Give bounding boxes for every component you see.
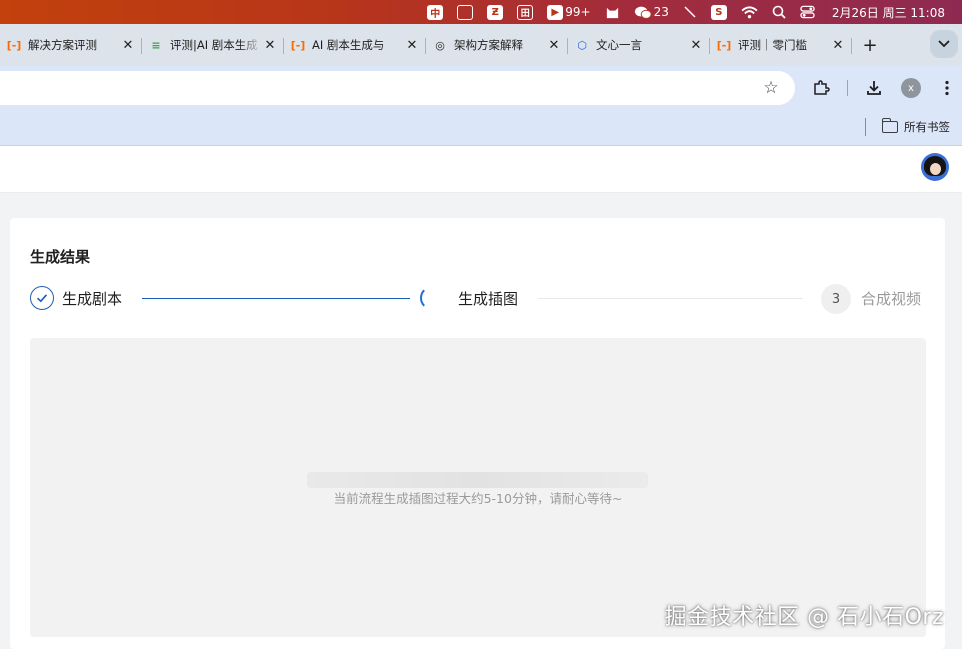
browser-tab[interactable]: ◎ 架构方案解释 ✕ [426,30,568,60]
doc-favicon-icon: ≡ [151,38,161,52]
more-menu-icon[interactable] [936,77,958,99]
step-label-video: 合成视频 [861,290,922,308]
app-icon-1[interactable]: Ƶ [480,0,510,24]
browser-toolbar: ☆ x [0,66,962,110]
cursor-app-icon: ▶ [547,4,564,20]
extensions-icon[interactable] [810,77,832,99]
tab-title: 解决方案评测 [28,38,97,52]
kebab-dots [945,80,949,96]
tab-title: 架构方案解释 [454,38,523,52]
page-header [0,146,962,193]
browser-tab[interactable]: [-] 解决方案评测 ✕ [0,30,142,60]
bookmark-star-icon[interactable]: ☆ [761,78,781,98]
openai-favicon-icon: ◎ [435,38,445,52]
bookmarks-divider [865,118,866,136]
notification-badge[interactable]: ▶ 99+ [540,0,597,24]
avatar-face [930,163,941,175]
browser-tab[interactable]: ≡ 评测|AI 剧本生成 ✕ [142,30,284,60]
wifi-icon[interactable] [734,0,765,24]
chevron-down-icon [938,40,950,48]
step-label-illustration: 生成插图 [458,290,519,308]
screen-capture-icon[interactable] [450,0,480,24]
mute-icon[interactable] [676,0,704,24]
cat-shape [606,7,618,18]
step-number-badge: 3 [821,284,851,314]
magnifier-shape [772,5,786,19]
wechat-icon[interactable]: 23 [627,0,676,24]
cat-icon[interactable] [598,0,627,24]
user-avatar[interactable] [921,153,949,181]
input-method-icon[interactable]: 中 [420,0,450,24]
app-icon-2[interactable]: 田 [510,0,540,24]
step-label-script: 生成剧本 [62,290,123,308]
control-center-icon[interactable] [793,0,822,24]
tab-title: 评测｜零门槛 [738,38,807,52]
wechat-count: 23 [653,5,669,19]
aliyun-favicon-icon: [-] [716,38,732,52]
all-bookmarks-button[interactable]: 所有书签 [881,118,950,135]
puzzle-shape [814,80,830,95]
browser-tab[interactable]: [-] 评测｜零门槛 ✕ [710,30,852,60]
close-icon[interactable]: ✕ [546,37,562,53]
loading-spinner-icon [420,286,444,310]
close-icon[interactable]: ✕ [404,37,420,53]
step-connector-pending [538,298,803,299]
watermark: 掘金技术社区 @ 石小石Orz [664,605,944,630]
tab-search-button[interactable] [930,30,958,58]
close-icon[interactable]: ✕ [688,37,704,53]
aliyun-favicon-icon: [-] [6,38,22,52]
system-menubar: 中 Ƶ 田 ▶ 99+ 23 S 2月26日 周三 11:08 [0,0,962,24]
wifi-shape [741,5,758,18]
close-icon[interactable]: ✕ [262,37,278,53]
check-icon [36,294,48,303]
card-title: 生成结果 [30,248,91,266]
progress-hint-text: 当前流程生成插图过程大约5-10分钟，请耐心等待~ [333,491,623,506]
badge-count: 99+ [565,5,591,19]
profile-avatar[interactable]: x [901,78,921,98]
sogou-icon[interactable]: S [704,0,734,24]
close-icon[interactable]: ✕ [830,37,846,53]
toolbar-divider [847,80,848,96]
tab-title: AI 剧本生成与 [312,38,385,52]
result-card: 生成结果 生成剧本 生成插图 3 合成视频 当前流程生成插图过程大约5-10分钟… [10,218,945,649]
toggles-shape [800,5,815,19]
download-arrow [867,81,881,95]
wechat-bubbles [634,6,652,19]
tab-title: 评测|AI 剧本生成 [170,38,258,52]
slash-shape [684,6,696,18]
browser-tab[interactable]: ⬡ 文心一言 ✕ [568,30,710,60]
wenxin-favicon-icon: ⬡ [577,38,587,52]
tab-title: 文心一言 [596,38,642,52]
close-icon[interactable]: ✕ [120,37,136,53]
step-done-check-icon [30,286,54,310]
browser-tab[interactable]: [-] AI 剧本生成与 ✕ [284,30,426,60]
all-bookmarks-label: 所有书签 [904,120,950,134]
spotlight-search-icon[interactable] [765,0,793,24]
step-connector-done [142,298,410,299]
bookmarks-bar: 所有书签 [0,110,962,146]
address-bar[interactable]: ☆ [0,71,795,105]
menubar-clock[interactable]: 2月26日 周三 11:08 [822,0,952,24]
loading-skeleton-bar [307,472,648,488]
download-icon[interactable] [863,77,885,99]
browser-tab-strip: [-] 解决方案评测 ✕ ≡ 评测|AI 剧本生成 ✕ [-] AI 剧本生成与… [0,24,962,66]
folder-icon [881,118,898,133]
aliyun-favicon-icon: [-] [290,38,306,52]
preview-area: 当前流程生成插图过程大约5-10分钟，请耐心等待~ [30,338,926,637]
new-tab-button[interactable]: + [856,31,884,59]
